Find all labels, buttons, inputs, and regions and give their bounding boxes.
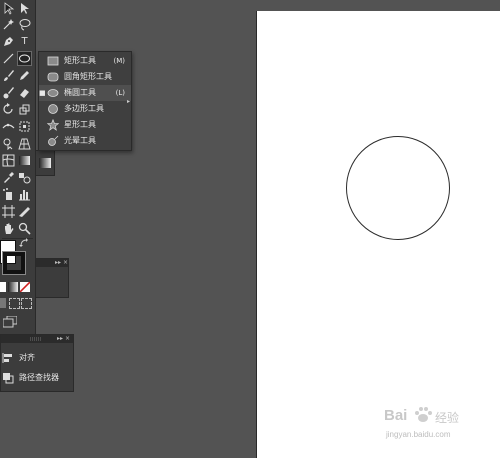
ellipse-shape[interactable] (346, 136, 450, 240)
panel-titlebar[interactable]: ▸▸ × (1, 335, 73, 343)
flyout-item-star[interactable]: 星形工具 (39, 117, 131, 133)
pen-tool-icon[interactable] (2, 35, 15, 48)
align-pathfinder-panel: ▸▸ × 对齐 路径查找器 (0, 334, 74, 392)
watermark-url: jingyan.baidu.com (386, 430, 451, 439)
blend-tool-icon[interactable] (18, 171, 31, 184)
align-icon (2, 352, 14, 364)
draw-inside-icon[interactable] (21, 298, 32, 309)
lasso-tool-icon[interactable] (18, 18, 31, 31)
flyout-item-shortcut: (L) (115, 89, 125, 97)
magic-wand-tool-icon[interactable] (2, 18, 15, 31)
pencil-tool-icon[interactable] (18, 69, 31, 82)
line-tool-icon[interactable] (2, 52, 15, 65)
blob-brush-tool-icon[interactable] (2, 86, 15, 99)
gradient-swatch[interactable] (39, 158, 51, 168)
type-tool-icon[interactable]: T (18, 35, 31, 48)
baidu-jingyan-watermark: Bai 经验 jingyan.baidu.com (380, 405, 495, 453)
flyout-item-flare[interactable]: 光晕工具 (39, 133, 131, 149)
collapsed-panel: ▸▸ × (35, 258, 69, 298)
panel-controls[interactable]: ▸▸ × (57, 335, 70, 343)
flyout-item-rectangle[interactable]: 矩形工具 (M) (39, 53, 131, 69)
pathfinder-icon (2, 372, 14, 384)
artboard[interactable] (257, 11, 500, 458)
swap-fill-stroke-icon[interactable] (19, 238, 29, 248)
flyout-item-label: 多边形工具 (64, 104, 104, 113)
free-transform-tool-icon[interactable] (18, 120, 31, 133)
flyout-item-label: 光晕工具 (64, 136, 96, 145)
paw-logo-icon (413, 405, 433, 425)
selection-tool-icon[interactable] (2, 2, 15, 15)
panel-tab-label: 对齐 (19, 353, 35, 362)
draw-behind-icon[interactable] (9, 298, 20, 309)
selected-check-icon: ■ (39, 89, 46, 97)
shape-builder-tool-icon[interactable] (2, 137, 15, 150)
flyout-item-label: 星形工具 (64, 120, 96, 129)
rotate-tool-icon[interactable] (2, 103, 15, 116)
mesh-tool-icon[interactable] (2, 154, 15, 167)
scale-tool-icon[interactable] (18, 103, 31, 116)
panel-tab-label: 路径查找器 (19, 373, 59, 382)
column-graph-tool-icon[interactable] (18, 188, 31, 201)
draw-normal-icon[interactable] (0, 298, 6, 308)
rounded-rectangle-icon (47, 71, 59, 83)
watermark-suffix: 经验 (435, 411, 460, 425)
star-icon (46, 118, 60, 131)
flyout-item-shortcut: (M) (113, 57, 125, 65)
width-tool-icon[interactable] (2, 120, 15, 133)
flyout-expand-arrow-icon[interactable]: ▸ (127, 98, 130, 105)
polygon-icon (47, 103, 59, 115)
ellipse-icon (47, 87, 59, 99)
flyout-item-polygon[interactable]: 多边形工具 (39, 101, 131, 117)
screen-mode-icon[interactable] (3, 316, 17, 328)
direct-selection-tool-icon[interactable] (18, 2, 31, 15)
rectangle-icon (47, 55, 59, 67)
gradient-tool-icon[interactable] (18, 154, 31, 167)
flyout-item-rounded-rectangle[interactable]: 圆角矩形工具 (39, 69, 131, 85)
watermark-brand: Bai (384, 407, 408, 424)
paintbrush-tool-icon[interactable] (2, 69, 15, 82)
slice-tool-icon[interactable] (18, 205, 31, 218)
flyout-item-ellipse[interactable]: ■ 椭圆工具 (L) (39, 85, 131, 101)
ellipse-tool-icon[interactable] (17, 51, 32, 66)
shape-tools-flyout: 矩形工具 (M) 圆角矩形工具 ■ 椭圆工具 (L) 多边形工具 星形工具 光晕… (38, 51, 132, 151)
panel-tab-pathfinder[interactable]: 路径查找器 (1, 370, 73, 386)
gradient-swatch-panel (35, 150, 55, 176)
artboard-tool-icon[interactable] (2, 205, 15, 218)
gradient-mode-icon[interactable] (8, 282, 18, 292)
grip-icon[interactable] (29, 335, 43, 343)
none-mode-icon[interactable] (20, 282, 30, 292)
hand-tool-icon[interactable] (2, 222, 15, 235)
panel-controls[interactable]: ▸▸ × (36, 259, 68, 267)
symbol-sprayer-tool-icon[interactable] (2, 188, 15, 201)
color-mode-icon[interactable] (0, 282, 6, 292)
panel-tab-align[interactable]: 对齐 (1, 350, 73, 366)
flyout-item-label: 椭圆工具 (64, 88, 96, 97)
zoom-tool-icon[interactable] (18, 222, 31, 235)
flyout-item-label: 圆角矩形工具 (64, 72, 112, 81)
perspective-grid-tool-icon[interactable] (18, 137, 31, 150)
flare-icon (47, 135, 59, 147)
flyout-item-label: 矩形工具 (64, 56, 96, 65)
tools-panel: T (0, 0, 36, 336)
eyedropper-tool-icon[interactable] (2, 171, 15, 184)
eraser-tool-icon[interactable] (18, 86, 31, 99)
stroke-swatch[interactable] (2, 251, 26, 275)
